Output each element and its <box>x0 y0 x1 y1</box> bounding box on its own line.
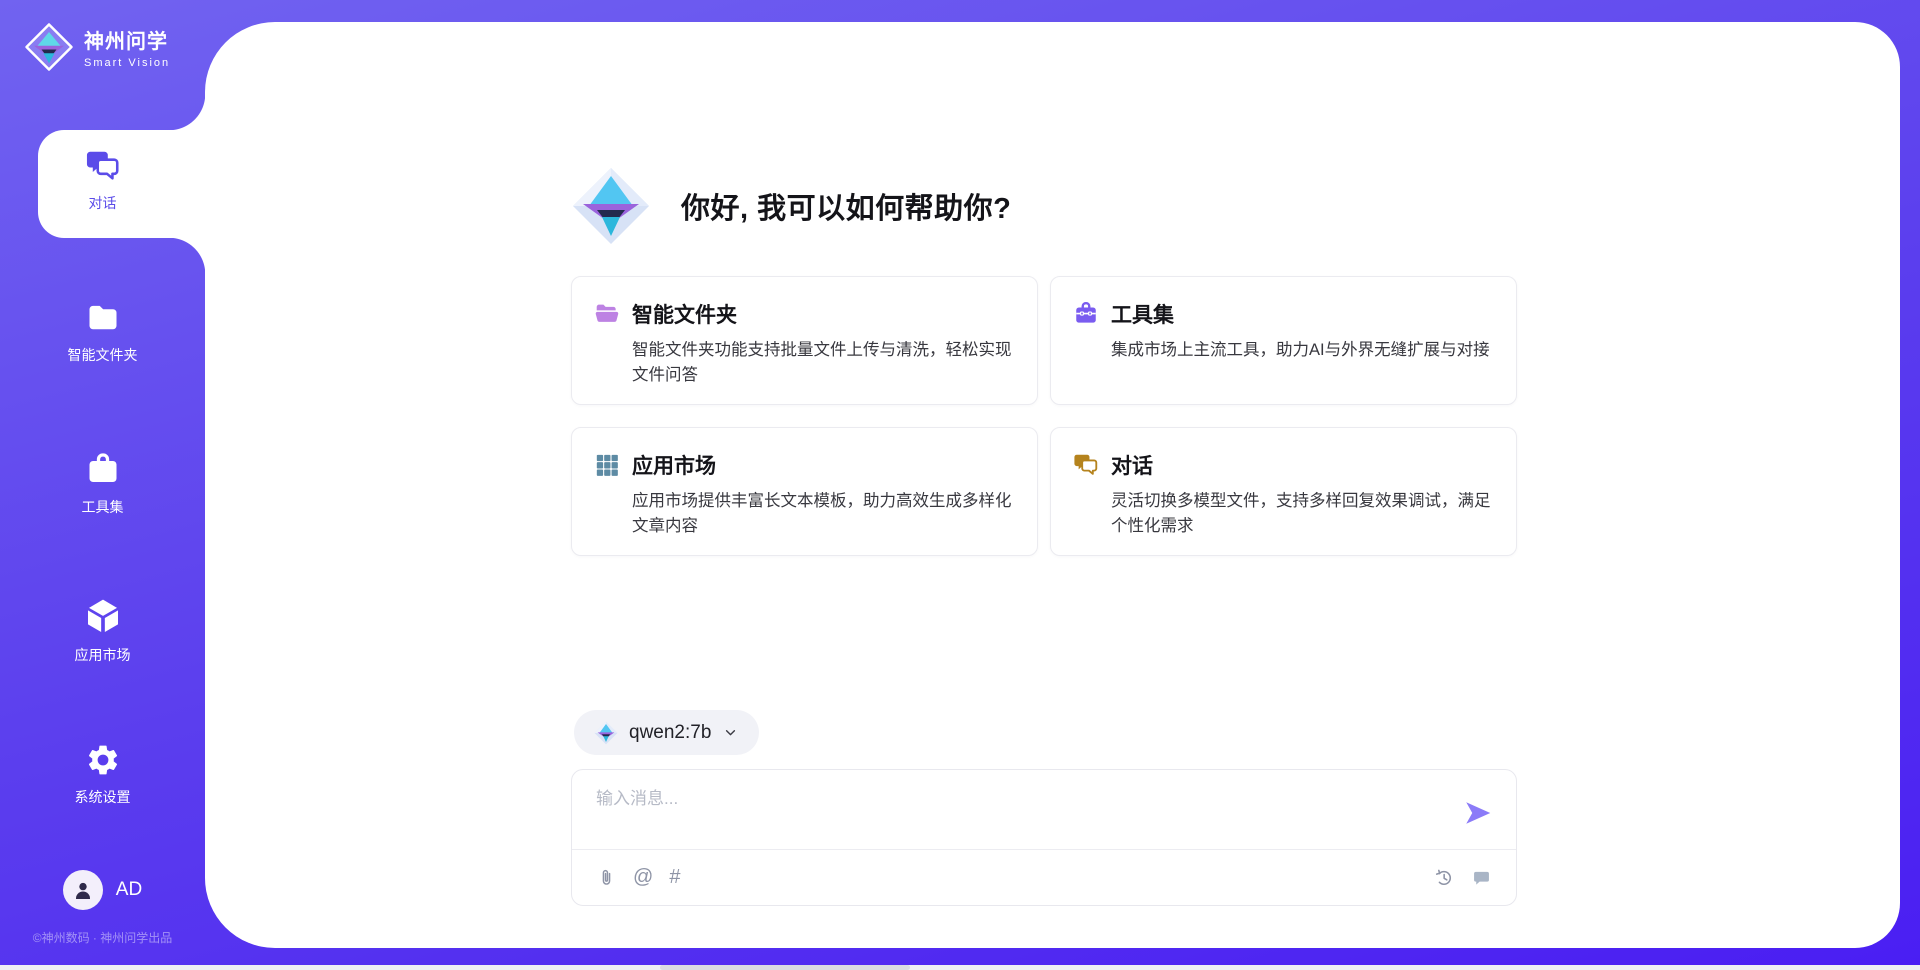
paperclip-icon <box>596 867 617 888</box>
avatar <box>63 870 103 910</box>
message-input[interactable] <box>596 782 1366 816</box>
comments-button[interactable] <box>1471 867 1492 888</box>
sidebar-item-chat[interactable]: 对话 <box>0 148 205 213</box>
greeting-block: 你好, 我可以如何帮助你? <box>571 166 1011 246</box>
toolbox-icon <box>85 452 121 488</box>
feature-cards: 智能文件夹 智能文件夹功能支持批量文件上传与清洗，轻松实现文件问答 工具集 集成… <box>571 276 1517 556</box>
sidebar-item-label: 工具集 <box>82 497 124 517</box>
hashtag-icon: # <box>669 867 680 888</box>
send-icon <box>1463 798 1493 828</box>
sidebar-item-label: 系统设置 <box>75 787 131 807</box>
chat-bubbles-icon <box>1073 452 1099 478</box>
brand-subtitle: Smart Vision <box>84 57 170 69</box>
user-account[interactable]: AD <box>0 870 205 910</box>
sidebar-item-smart-folder[interactable]: 智能文件夹 <box>0 300 205 365</box>
greeting-text: 你好, 我可以如何帮助你? <box>681 185 1011 227</box>
model-name: qwen2:7b <box>629 722 711 744</box>
user-name: AD <box>116 879 142 901</box>
sidebar-item-app-market[interactable]: 应用市场 <box>0 596 205 665</box>
card-description: 集成市场上主流工具，助力AI与外界无缝扩展与对接 <box>1111 338 1492 363</box>
comment-icon <box>1471 867 1492 888</box>
card-toolset[interactable]: 工具集 集成市场上主流工具，助力AI与外界无缝扩展与对接 <box>1050 276 1517 405</box>
model-selector[interactable]: qwen2:7b <box>574 710 759 755</box>
card-title: 对话 <box>1111 450 1153 480</box>
card-app-market[interactable]: 应用市场 应用市场提供丰富长文本模板，助力高效生成多样化文章内容 <box>571 427 1038 556</box>
brand-diamond-icon <box>594 721 618 745</box>
user-avatar-icon <box>71 878 95 902</box>
gear-icon <box>85 742 121 778</box>
scrollbar-thumb[interactable] <box>660 965 910 970</box>
message-composer: @ # <box>571 769 1517 906</box>
mention-button[interactable]: @ <box>633 867 653 888</box>
hashtag-button[interactable]: # <box>669 867 680 888</box>
card-description: 应用市场提供丰富长文本模板，助力高效生成多样化文章内容 <box>632 489 1013 539</box>
composer-toolbar: @ # <box>572 850 1516 905</box>
sidebar-item-label: 应用市场 <box>75 645 131 665</box>
history-button[interactable] <box>1434 867 1455 888</box>
card-description: 智能文件夹功能支持批量文件上传与清洗，轻松实现文件问答 <box>632 338 1013 388</box>
toolbox-icon <box>1073 301 1099 327</box>
card-chat[interactable]: 对话 灵活切换多模型文件，支持多样回复效果调试，满足个性化需求 <box>1050 427 1517 556</box>
mention-icon: @ <box>633 867 653 888</box>
horizontal-scrollbar <box>0 965 1920 970</box>
card-title: 应用市场 <box>632 450 716 480</box>
brand-name: 神州问学 <box>84 25 170 54</box>
card-title: 智能文件夹 <box>632 299 737 329</box>
sidebar-item-toolset[interactable]: 工具集 <box>0 452 205 517</box>
sidebar-item-label: 对话 <box>89 193 117 213</box>
sidebar-footer: ©神州数码 · 神州问学出品 <box>0 929 205 946</box>
folder-icon <box>85 300 121 336</box>
card-smart-folder[interactable]: 智能文件夹 智能文件夹功能支持批量文件上传与清洗，轻松实现文件问答 <box>571 276 1038 405</box>
sidebar-item-settings[interactable]: 系统设置 <box>0 742 205 807</box>
brand-logo: 神州问学 Smart Vision <box>24 22 170 72</box>
history-icon <box>1434 867 1455 888</box>
sidebar-item-label: 智能文件夹 <box>68 345 138 365</box>
brand-diamond-icon <box>571 166 651 246</box>
attach-file-button[interactable] <box>596 867 617 888</box>
brand-diamond-icon <box>24 22 74 72</box>
chat-bubbles-icon <box>85 148 121 184</box>
sidebar: 神州问学 Smart Vision 对话 智能文件夹 工具集 应用市场 系统设置… <box>0 0 205 970</box>
card-title: 工具集 <box>1111 299 1174 329</box>
grid-icon <box>594 452 620 478</box>
card-description: 灵活切换多模型文件，支持多样回复效果调试，满足个性化需求 <box>1111 489 1492 539</box>
send-button[interactable] <box>1462 798 1494 830</box>
folder-open-icon <box>594 301 620 327</box>
main-content-panel: 你好, 我可以如何帮助你? 智能文件夹 智能文件夹功能支持批量文件上传与清洗，轻… <box>205 22 1900 948</box>
cube-icon <box>83 596 123 636</box>
chevron-down-icon <box>722 724 739 741</box>
